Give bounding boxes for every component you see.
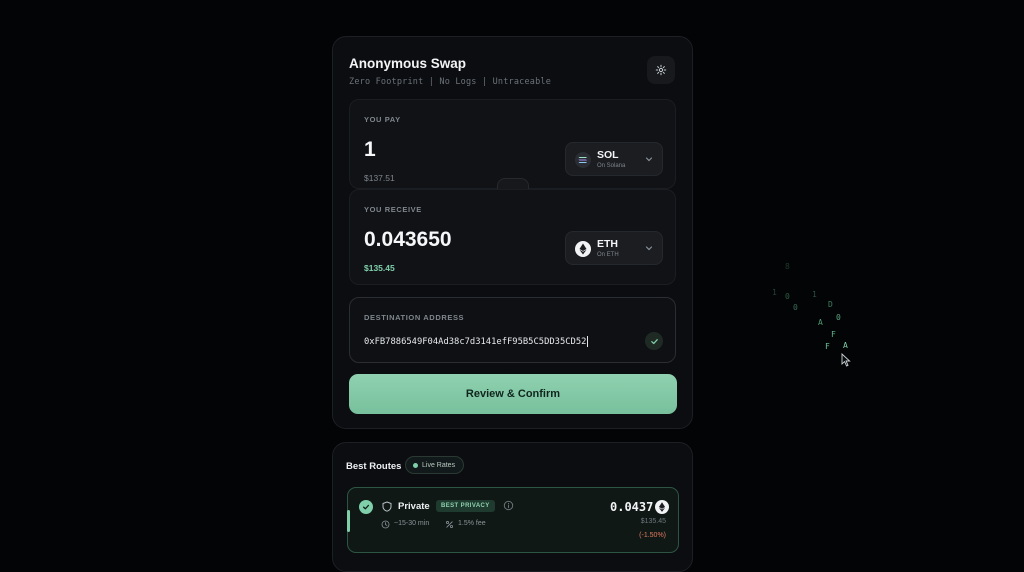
- routes-card: Best Routes Live Rates Private BEST PRIV…: [332, 442, 693, 572]
- matrix-glyph: 0: [793, 303, 798, 312]
- swap-card: Anonymous Swap Zero Footprint | No Logs …: [332, 36, 693, 429]
- page-title: Anonymous Swap: [349, 56, 467, 71]
- matrix-glyph: 0: [785, 292, 790, 301]
- address-valid-indicator: [645, 332, 663, 350]
- matrix-glyph: 8: [785, 262, 790, 271]
- best-privacy-badge: BEST PRIVACY: [436, 500, 495, 512]
- gear-icon: [655, 64, 667, 76]
- pay-amount-input[interactable]: 1: [364, 138, 376, 162]
- matrix-glyph: A: [818, 318, 823, 327]
- pay-token-symbol: SOL: [597, 149, 619, 161]
- ethereum-icon: [655, 500, 669, 514]
- receive-token-symbol: ETH: [597, 238, 618, 250]
- selected-check-icon: [359, 500, 373, 514]
- solana-icon: [575, 152, 591, 168]
- ethereum-icon: [575, 241, 591, 257]
- percent-icon: [446, 521, 453, 528]
- pay-token-selector[interactable]: SOL On Solana: [565, 142, 663, 176]
- receive-usd-value: $135.45: [364, 263, 395, 273]
- receive-amount: 0.043650: [364, 228, 452, 251]
- info-icon[interactable]: [503, 500, 514, 511]
- review-confirm-button[interactable]: Review & Confirm: [349, 374, 677, 414]
- matrix-glyph: F: [825, 342, 830, 351]
- pay-panel: YOU PAY 1 $137.51 SOL On Solana: [349, 99, 676, 189]
- check-icon: [650, 338, 658, 344]
- live-rates-badge: Live Rates: [405, 456, 465, 474]
- matrix-glyph: A: [843, 341, 848, 350]
- matrix-glyph: 1: [812, 290, 817, 299]
- chevron-down-icon: [645, 246, 653, 251]
- shield-icon: [382, 501, 392, 512]
- destination-label: DESTINATION ADDRESS: [364, 313, 465, 322]
- destination-address-input[interactable]: 0xFB7886549F04Ad38c7d3141efF95B5C5DD35CD…: [364, 334, 626, 350]
- route-fee: 1.5% fee: [458, 520, 486, 527]
- receive-token-chain: On ETH: [597, 252, 619, 258]
- clock-icon: [381, 520, 390, 529]
- receive-token-selector[interactable]: ETH On ETH: [565, 231, 663, 265]
- chevron-down-icon: [645, 157, 653, 162]
- pay-label: YOU PAY: [364, 115, 401, 124]
- destination-panel: DESTINATION ADDRESS 0xFB7886549F04Ad38c7…: [349, 297, 676, 363]
- receive-label: YOU RECEIVE: [364, 205, 422, 214]
- pay-usd-value: $137.51: [364, 173, 395, 183]
- receive-panel: YOU RECEIVE 0.043650 $135.45 ETH On ETH: [349, 189, 676, 285]
- route-option-private[interactable]: Private BEST PRIVACY ~15-30 min 1.5% fee…: [347, 487, 679, 553]
- page-subtitle: Zero Footprint | No Logs | Untraceable: [349, 77, 552, 87]
- matrix-glyph: F: [831, 330, 836, 339]
- pay-token-chain: On Solana: [597, 163, 626, 169]
- route-rate-difference: (-1.50%): [639, 532, 666, 539]
- route-time: ~15-30 min: [394, 520, 430, 527]
- selected-route-accent: [347, 510, 350, 532]
- matrix-glyph: 0: [836, 313, 841, 322]
- route-usd-value: $135.45: [640, 518, 666, 525]
- matrix-glyph: D: [828, 300, 833, 309]
- routes-title: Best Routes: [346, 461, 402, 472]
- matrix-glyph: 1: [772, 288, 777, 297]
- route-amount: 0.0437: [610, 500, 654, 514]
- mouse-cursor-icon: [841, 353, 851, 367]
- settings-button[interactable]: [647, 56, 675, 84]
- route-name: Private: [398, 501, 430, 512]
